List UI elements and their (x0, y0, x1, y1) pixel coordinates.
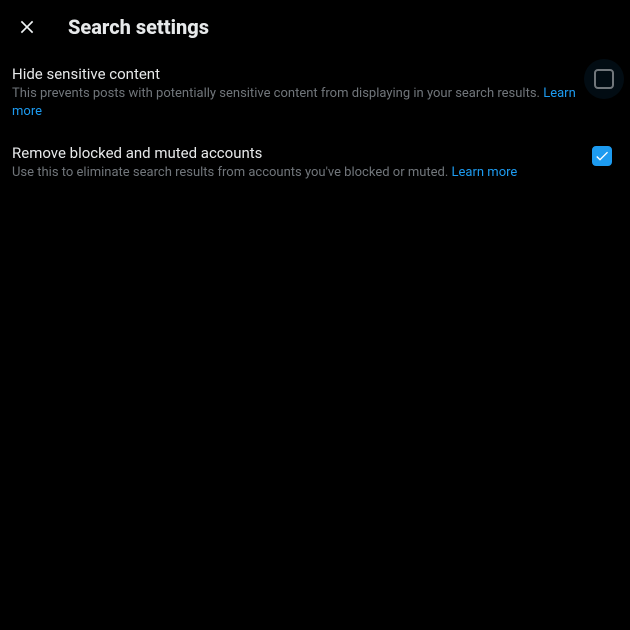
setting-title: Hide sensitive content (12, 65, 160, 83)
description-text: This prevents posts with potentially sen… (12, 86, 540, 101)
description-text: Use this to eliminate search results fro… (12, 165, 448, 180)
learn-more-link[interactable]: Learn more (452, 165, 518, 180)
close-icon (17, 17, 37, 37)
setting-head: Remove blocked and muted accounts (12, 144, 618, 162)
setting-hide-sensitive: Hide sensitive content This prevents pos… (0, 53, 630, 132)
close-button[interactable] (10, 10, 44, 44)
setting-head: Hide sensitive content (12, 65, 618, 83)
check-icon (594, 148, 610, 164)
settings-list: Hide sensitive content This prevents pos… (0, 53, 630, 194)
setting-description: This prevents posts with potentially sen… (12, 85, 618, 120)
remove-blocked-checkbox[interactable] (592, 146, 612, 166)
setting-description: Use this to eliminate search results fro… (12, 164, 618, 182)
setting-remove-blocked: Remove blocked and muted accounts Use th… (0, 132, 630, 194)
setting-title: Remove blocked and muted accounts (12, 144, 262, 162)
modal-header: Search settings (0, 0, 630, 53)
hide-sensitive-checkbox[interactable] (594, 69, 614, 89)
page-title: Search settings (68, 15, 209, 39)
